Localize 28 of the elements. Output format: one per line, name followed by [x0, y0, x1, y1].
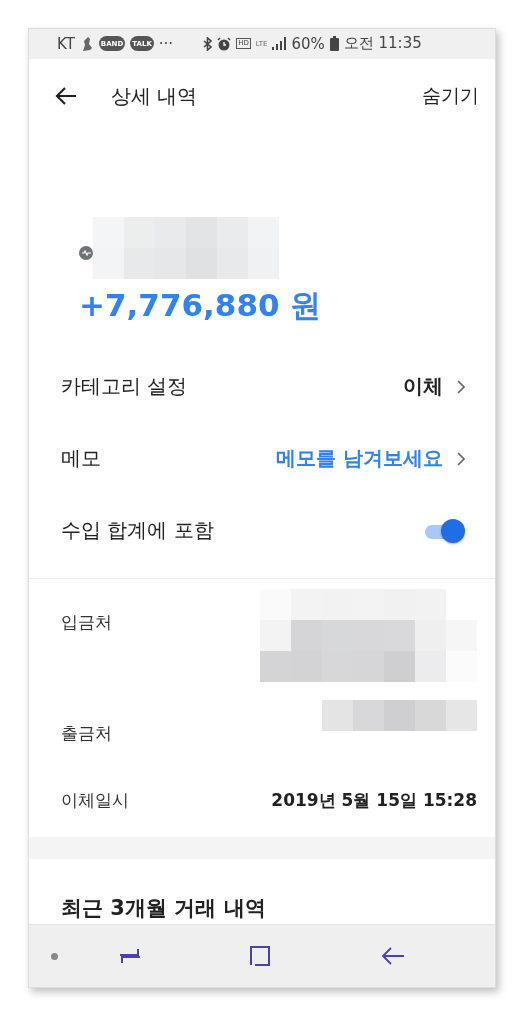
alarm-clock-icon: [217, 37, 232, 51]
toggle-switch[interactable]: [423, 518, 465, 543]
setting-label: 메모: [61, 445, 102, 473]
detail-label: 출금처: [61, 722, 113, 746]
section-title: 최근 3개월 거래 내역: [60, 895, 267, 923]
more-notifications: ···: [158, 35, 174, 53]
battery-percentage: 60%: [291, 35, 325, 53]
bank-logo-icon: [79, 245, 93, 260]
setting-label: 카테고리 설정: [61, 373, 189, 401]
keyboard-dot-icon: [51, 952, 58, 960]
hide-button[interactable]: 숨기기: [422, 83, 479, 110]
carrier-name: KT: [57, 35, 75, 53]
detail-label: 이체일시: [61, 789, 130, 813]
detail-value: 2019년 5월 15일 15:28: [271, 789, 477, 813]
battery-icon: [329, 36, 339, 52]
back-nav-button[interactable]: [381, 947, 405, 966]
chevron-right-icon: [457, 379, 465, 394]
signal-icon: [272, 37, 287, 51]
home-button[interactable]: [249, 945, 271, 968]
page-title: 상세 내역: [111, 82, 199, 110]
bluetooth-icon: [203, 37, 213, 51]
memo-link[interactable]: 메모를 남겨보세요: [276, 445, 465, 473]
amount: +7,776,880 원: [79, 285, 323, 325]
category-link[interactable]: 이체: [403, 373, 465, 401]
setting-label: 수입 합계에 포함: [61, 517, 215, 544]
detail-label: 입금처: [61, 611, 113, 635]
chevron-right-icon: [457, 451, 465, 466]
clock-time: 오전 11:35: [343, 34, 422, 54]
